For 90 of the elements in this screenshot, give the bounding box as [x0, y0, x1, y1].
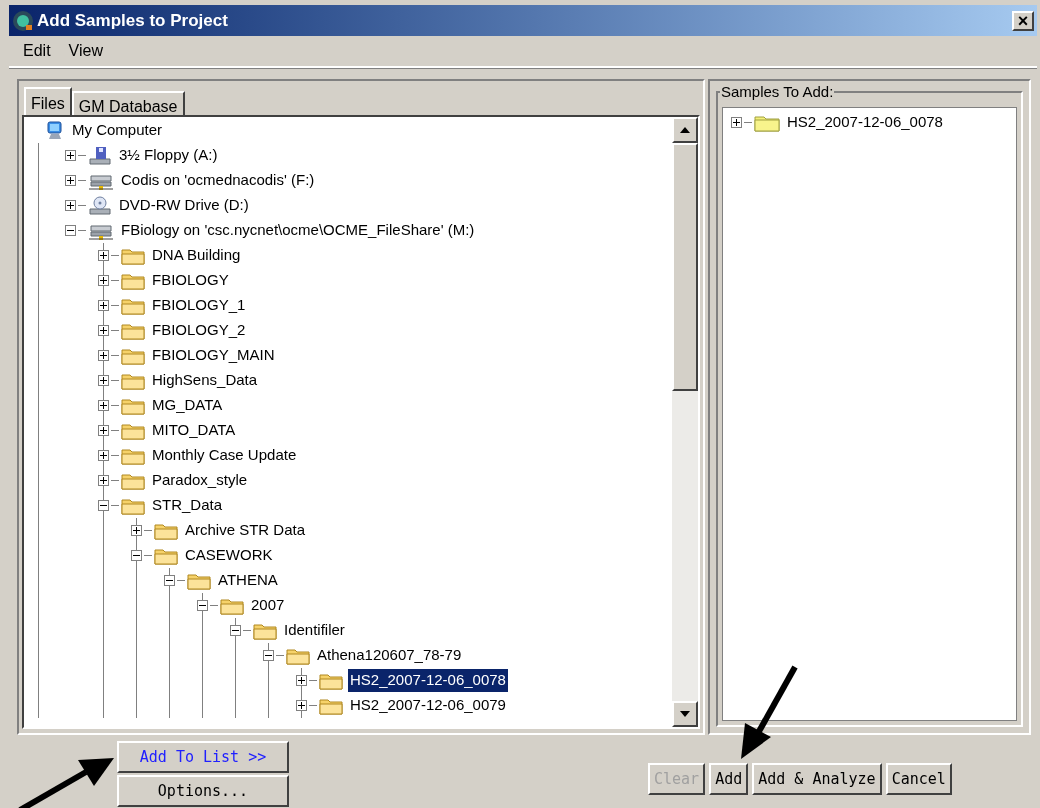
dialog-button[interactable]: Add & Analyze: [752, 763, 882, 795]
tree-item[interactable]: FBIOLOGY: [150, 269, 231, 292]
expand-toggle[interactable]: [296, 675, 307, 686]
expand-toggle[interactable]: [65, 175, 76, 186]
dialog-button[interactable]: Add: [709, 763, 749, 795]
menu-item[interactable]: Edit: [23, 39, 51, 63]
folder-icon: [220, 596, 244, 615]
tab[interactable]: Files: [24, 87, 72, 115]
tree-item[interactable]: CASEWORK: [183, 544, 275, 567]
dvd-drive-icon: [88, 195, 112, 216]
folder-icon: [187, 571, 211, 590]
close-button[interactable]: ×: [1012, 10, 1034, 31]
tree-item[interactable]: DVD-RW Drive (D:): [117, 194, 251, 217]
tab[interactable]: GM Database: [71, 91, 185, 115]
folder-icon: [154, 521, 178, 540]
tree-item[interactable]: ATHENA: [216, 569, 280, 592]
collapse-toggle[interactable]: [164, 575, 175, 586]
tree-item[interactable]: MG_DATA: [150, 394, 225, 417]
window-title: Add Samples to Project: [37, 9, 228, 32]
expand-toggle[interactable]: [98, 250, 109, 261]
folder-icon: [253, 621, 277, 640]
collapse-toggle[interactable]: [98, 500, 109, 511]
tree-item[interactable]: FBIOLOGY_MAIN: [150, 344, 277, 367]
tree-item[interactable]: Paradox_style: [150, 469, 250, 492]
folder-icon: [121, 471, 145, 490]
folder-icon: [286, 646, 310, 665]
folder-icon: [754, 113, 780, 132]
expand-toggle[interactable]: [98, 300, 109, 311]
tree-item[interactable]: MITO_DATA: [150, 419, 238, 442]
dialog-button[interactable]: Cancel: [885, 763, 952, 795]
panel-button[interactable]: Add To List >>: [117, 741, 289, 773]
folder-icon: [121, 371, 145, 390]
folder-icon: [121, 496, 145, 515]
tree-item[interactable]: HS2_2007-12-06_0078: [785, 111, 945, 134]
expand-toggle[interactable]: [65, 150, 76, 161]
scrollbar[interactable]: [672, 117, 698, 727]
folder-icon: [319, 671, 343, 690]
collapse-toggle[interactable]: [230, 625, 241, 636]
tree-item[interactable]: Archive STR Data: [183, 519, 308, 542]
menu-item[interactable]: View: [68, 39, 103, 63]
folder-icon: [121, 296, 145, 315]
expand-toggle[interactable]: [98, 350, 109, 361]
scroll-thumb[interactable]: [672, 143, 698, 391]
folder-icon: [121, 321, 145, 340]
tree-item[interactable]: FBIOLOGY_1: [150, 294, 248, 317]
collapse-toggle[interactable]: [263, 650, 274, 661]
folder-icon: [121, 346, 145, 365]
tree-item[interactable]: Monthly Case Update: [150, 444, 299, 467]
expand-toggle[interactable]: [98, 475, 109, 486]
expand-toggle[interactable]: [296, 700, 307, 711]
expand-toggle[interactable]: [131, 525, 142, 536]
tree-item[interactable]: 3½ Floppy (A:): [117, 144, 220, 167]
expand-toggle[interactable]: [98, 425, 109, 436]
tree-item[interactable]: STR_Data: [150, 494, 225, 517]
scroll-down-button[interactable]: [672, 701, 698, 727]
expand-toggle[interactable]: [98, 450, 109, 461]
tree-item[interactable]: HS2_2007-12-06_0079: [348, 694, 508, 717]
expand-toggle[interactable]: [65, 200, 76, 211]
down-arrow-icon: [680, 711, 690, 717]
scroll-up-button[interactable]: [672, 117, 698, 143]
tree-item[interactable]: Athena120607_78-79: [315, 644, 464, 667]
tree-item[interactable]: Identifiler: [282, 619, 347, 642]
up-arrow-icon: [680, 127, 690, 133]
tree-item[interactable]: HS2_2007-12-06_0078: [348, 669, 508, 692]
folder-icon: [154, 546, 178, 565]
folder-icon: [121, 446, 145, 465]
folder-icon: [121, 246, 145, 265]
app-icon: [12, 9, 34, 32]
collapse-toggle[interactable]: [65, 225, 76, 236]
collapse-toggle[interactable]: [197, 600, 208, 611]
folder-icon: [121, 396, 145, 415]
folder-icon: [319, 696, 343, 715]
expand-toggle[interactable]: [98, 375, 109, 386]
tree-item[interactable]: HighSens_Data: [150, 369, 260, 392]
expand-toggle[interactable]: [98, 400, 109, 411]
panel-button[interactable]: Options...: [117, 775, 289, 807]
tree-item[interactable]: 2007: [249, 594, 287, 617]
floppy-drive-icon: [88, 145, 112, 166]
tree-item[interactable]: DNA Building: [150, 244, 243, 267]
expand-toggle[interactable]: [731, 117, 742, 128]
expand-toggle[interactable]: [98, 275, 109, 286]
expand-toggle[interactable]: [98, 325, 109, 336]
computer-icon: [45, 120, 65, 141]
tree-item[interactable]: Codis on 'ocmednacodis' (F:): [119, 169, 317, 192]
tree-item[interactable]: FBiology on 'csc.nycnet\ocme\OCME_FileShare' (M:): [119, 219, 477, 242]
tree-item[interactable]: My Computer: [70, 119, 165, 142]
folder-icon: [121, 271, 145, 290]
collapse-toggle[interactable]: [131, 550, 142, 561]
folder-icon: [121, 421, 145, 440]
tree-item[interactable]: FBIOLOGY_2: [150, 319, 248, 342]
